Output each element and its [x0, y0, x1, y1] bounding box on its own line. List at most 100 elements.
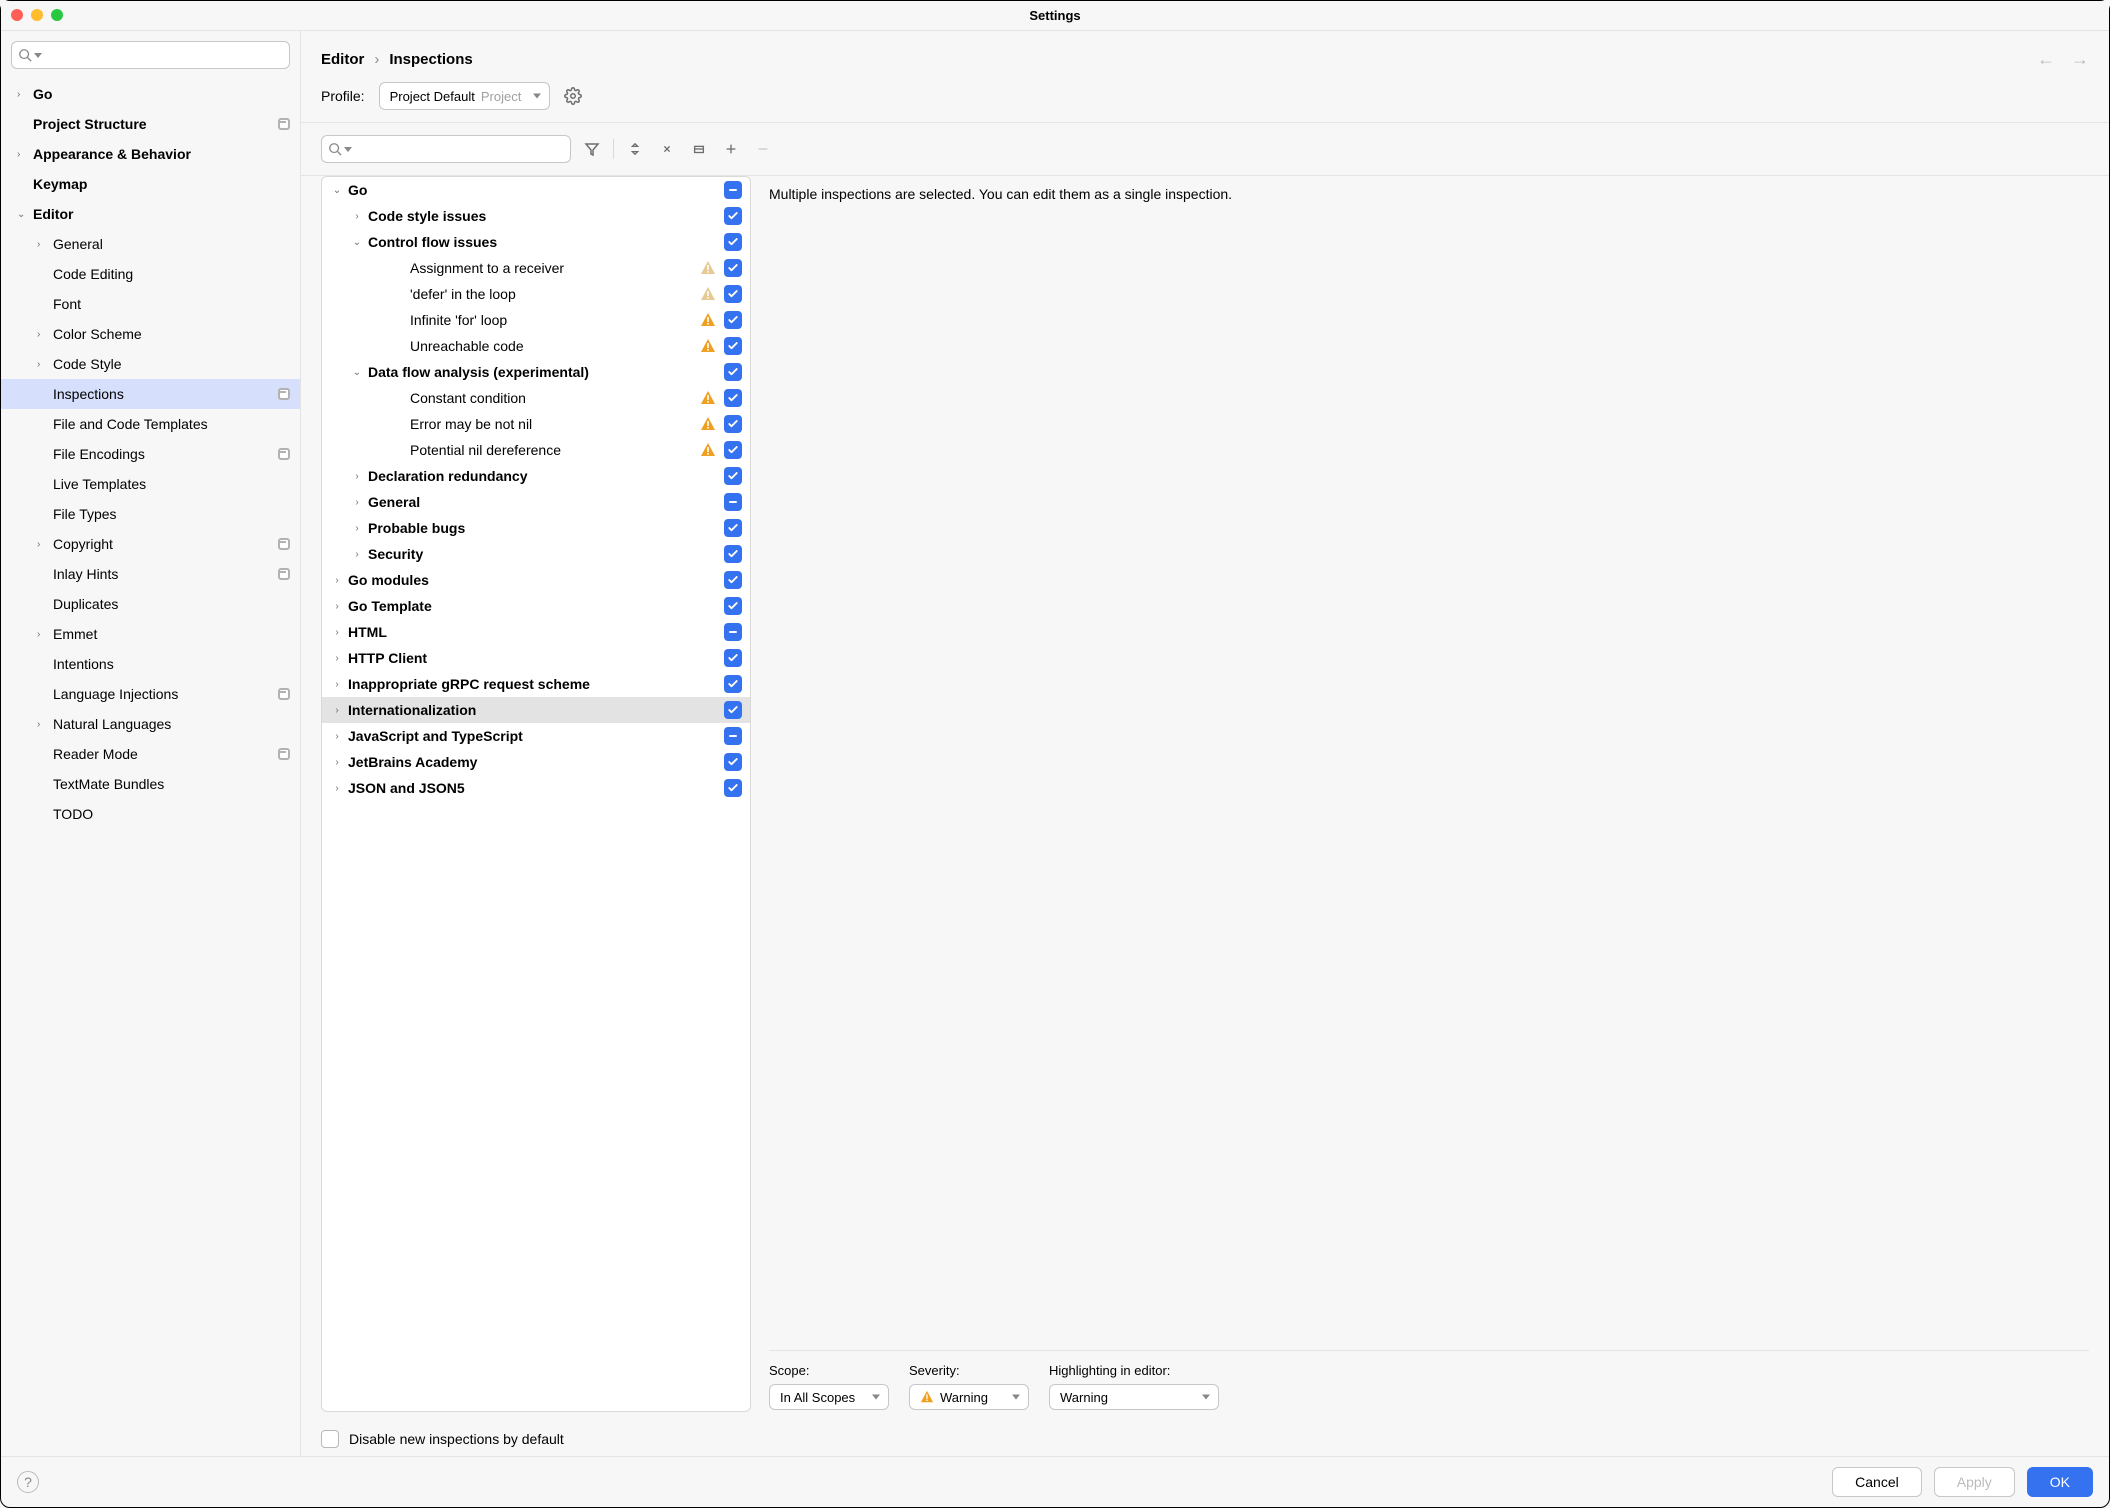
sidebar-item-code-editing[interactable]: Code Editing — [1, 259, 300, 289]
sidebar-item-language-injections[interactable]: Language Injections — [1, 679, 300, 709]
profile-select[interactable]: Project Default Project — [379, 82, 551, 110]
ok-button[interactable]: OK — [2027, 1467, 2093, 1497]
remove-icon[interactable] — [752, 138, 774, 160]
sidebar-item-file-encodings[interactable]: File Encodings — [1, 439, 300, 469]
inspection-row[interactable]: Assignment to a receiver — [322, 255, 750, 281]
highlighting-select[interactable]: Warning — [1049, 1384, 1219, 1410]
inspection-checkbox[interactable] — [724, 233, 742, 251]
sidebar-item-label: Inlay Hints — [53, 566, 278, 582]
sidebar-item-general[interactable]: ›General — [1, 229, 300, 259]
sidebar-item-color-scheme[interactable]: ›Color Scheme — [1, 319, 300, 349]
inspection-checkbox[interactable] — [724, 337, 742, 355]
inspection-checkbox[interactable] — [724, 493, 742, 511]
inspection-row[interactable]: ›JavaScript and TypeScript — [322, 723, 750, 749]
inspection-row[interactable]: ›Inappropriate gRPC request scheme — [322, 671, 750, 697]
scope-select[interactable]: In All Scopes — [769, 1384, 889, 1410]
inspection-checkbox[interactable] — [724, 701, 742, 719]
sidebar-item-font[interactable]: Font — [1, 289, 300, 319]
sidebar-item-intentions[interactable]: Intentions — [1, 649, 300, 679]
inspection-row[interactable]: Infinite 'for' loop — [322, 307, 750, 333]
inspection-row[interactable]: Error may be not nil — [322, 411, 750, 437]
inspection-checkbox[interactable] — [724, 259, 742, 277]
inspection-checkbox[interactable] — [724, 675, 742, 693]
maximize-window-button[interactable] — [51, 9, 63, 21]
sidebar-item-duplicates[interactable]: Duplicates — [1, 589, 300, 619]
inspection-checkbox[interactable] — [724, 389, 742, 407]
sidebar-item-editor[interactable]: ⌄Editor — [1, 199, 300, 229]
sidebar-item-todo[interactable]: TODO — [1, 799, 300, 829]
inspection-checkbox[interactable] — [724, 623, 742, 641]
inspection-row[interactable]: ›JSON and JSON5 — [322, 775, 750, 801]
inspections-search[interactable] — [321, 135, 571, 163]
search-icon — [328, 142, 342, 156]
sidebar-item-emmet[interactable]: ›Emmet — [1, 619, 300, 649]
sidebar-item-go[interactable]: ›Go — [1, 79, 300, 109]
sidebar-item-inlay-hints[interactable]: Inlay Hints — [1, 559, 300, 589]
sidebar-item-copyright[interactable]: ›Copyright — [1, 529, 300, 559]
inspection-row[interactable]: Unreachable code — [322, 333, 750, 359]
inspection-checkbox[interactable] — [724, 545, 742, 563]
inspection-row[interactable]: ›Code style issues — [322, 203, 750, 229]
inspection-checkbox[interactable] — [724, 753, 742, 771]
severity-select[interactable]: Warning — [909, 1384, 1029, 1410]
sidebar-item-file-and-code-templates[interactable]: File and Code Templates — [1, 409, 300, 439]
inspection-checkbox[interactable] — [724, 363, 742, 381]
inspection-row[interactable]: ⌄Data flow analysis (experimental) — [322, 359, 750, 385]
inspection-row[interactable]: ›JetBrains Academy — [322, 749, 750, 775]
reset-icon[interactable] — [688, 138, 710, 160]
inspection-checkbox[interactable] — [724, 285, 742, 303]
sidebar-item-natural-languages[interactable]: ›Natural Languages — [1, 709, 300, 739]
help-icon[interactable]: ? — [17, 1471, 39, 1493]
sidebar-item-textmate-bundles[interactable]: TextMate Bundles — [1, 769, 300, 799]
inspection-row[interactable]: ›Probable bugs — [322, 515, 750, 541]
sidebar-item-reader-mode[interactable]: Reader Mode — [1, 739, 300, 769]
apply-button[interactable]: Apply — [1934, 1467, 2015, 1497]
inspection-checkbox[interactable] — [724, 181, 742, 199]
cancel-button[interactable]: Cancel — [1832, 1467, 1922, 1497]
inspection-row[interactable]: ›Declaration redundancy — [322, 463, 750, 489]
inspection-row[interactable]: 'defer' in the loop — [322, 281, 750, 307]
inspection-checkbox[interactable] — [724, 597, 742, 615]
inspection-row[interactable]: Potential nil dereference — [322, 437, 750, 463]
inspection-row[interactable]: ⌄Control flow issues — [322, 229, 750, 255]
sidebar-item-inspections[interactable]: Inspections — [1, 379, 300, 409]
inspection-checkbox[interactable] — [724, 207, 742, 225]
add-icon[interactable] — [720, 138, 742, 160]
inspection-checkbox[interactable] — [724, 311, 742, 329]
inspection-checkbox[interactable] — [724, 727, 742, 745]
sidebar-search[interactable] — [11, 41, 290, 69]
nav-forward-icon[interactable]: → — [2071, 49, 2089, 70]
inspection-checkbox[interactable] — [724, 467, 742, 485]
collapse-all-icon[interactable] — [656, 138, 678, 160]
inspection-row[interactable]: ›Security — [322, 541, 750, 567]
inspection-row[interactable]: ›Internationalization — [322, 697, 750, 723]
sidebar-item-file-types[interactable]: File Types — [1, 499, 300, 529]
inspection-checkbox[interactable] — [724, 649, 742, 667]
inspection-row[interactable]: ›HTTP Client — [322, 645, 750, 671]
gear-icon[interactable] — [564, 87, 582, 105]
nav-back-icon[interactable]: ← — [2037, 49, 2055, 70]
close-window-button[interactable] — [11, 9, 23, 21]
inspection-row[interactable]: ›Go modules — [322, 567, 750, 593]
sidebar-item-label: Live Templates — [53, 476, 290, 492]
sidebar-item-live-templates[interactable]: Live Templates — [1, 469, 300, 499]
sidebar-item-keymap[interactable]: Keymap — [1, 169, 300, 199]
inspection-checkbox[interactable] — [724, 519, 742, 537]
sidebar-item-project-structure[interactable]: Project Structure — [1, 109, 300, 139]
inspection-checkbox[interactable] — [724, 441, 742, 459]
expand-all-icon[interactable] — [624, 138, 646, 160]
inspection-row[interactable]: ›General — [322, 489, 750, 515]
inspection-checkbox[interactable] — [724, 415, 742, 433]
inspection-row[interactable]: ›Go Template — [322, 593, 750, 619]
inspection-row[interactable]: Constant condition — [322, 385, 750, 411]
filter-icon[interactable] — [581, 138, 603, 160]
inspection-row[interactable]: ⌄Go — [322, 177, 750, 203]
minimize-window-button[interactable] — [31, 9, 43, 21]
sidebar-item-code-style[interactable]: ›Code Style — [1, 349, 300, 379]
sidebar-item-label: General — [53, 236, 290, 252]
sidebar-item-appearance-behavior[interactable]: ›Appearance & Behavior — [1, 139, 300, 169]
inspection-checkbox[interactable] — [724, 779, 742, 797]
inspection-row[interactable]: ›HTML — [322, 619, 750, 645]
disable-new-checkbox[interactable] — [321, 1430, 339, 1448]
inspection-checkbox[interactable] — [724, 571, 742, 589]
